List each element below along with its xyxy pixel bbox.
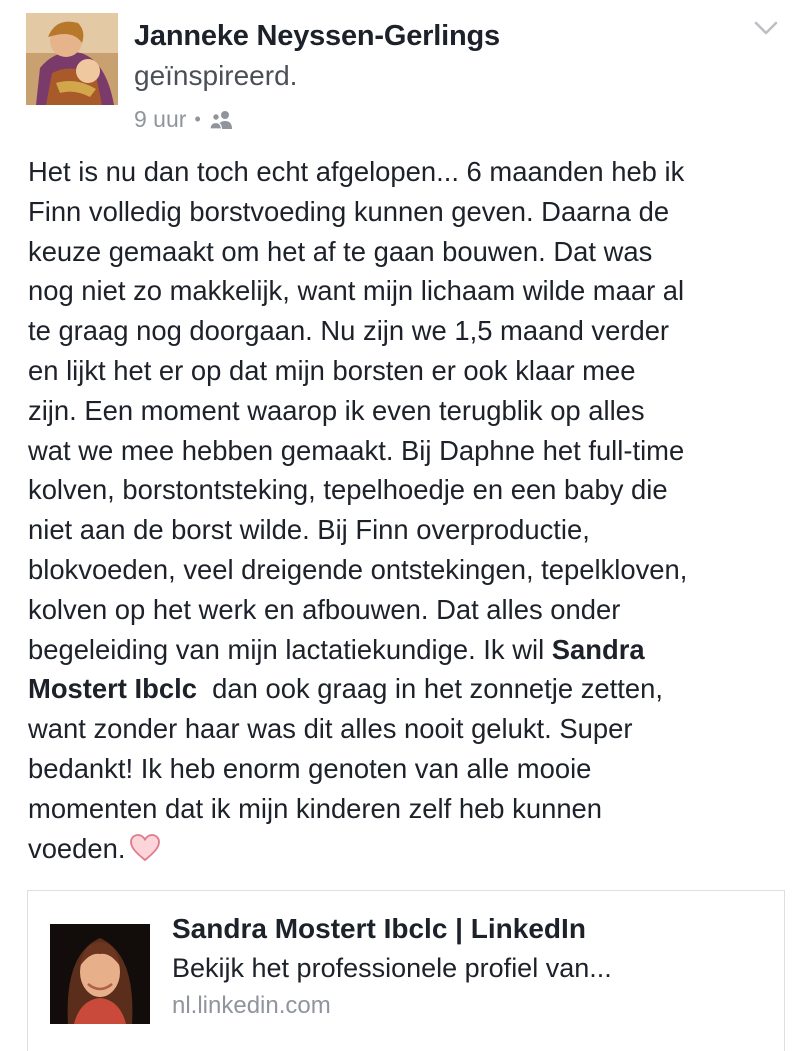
feeling-status: geïnspireerd. — [134, 60, 298, 91]
mention-link[interactable]: Mostert Ibclc — [28, 673, 197, 704]
link-description: Bekijk het professionele profiel van... — [172, 953, 612, 983]
post-timestamp[interactable]: 9 uur — [134, 106, 186, 133]
post-line: want zonder haar was dit alles nooit gel… — [28, 713, 633, 745]
post-line-text: voeden. — [28, 832, 126, 864]
post-line-text: dan ook graag in het zonnetje zetten, — [196, 673, 663, 705]
meta-separator: • — [194, 109, 201, 129]
post-line: te graag nog doorgaan. Nu zijn we 1,5 ma… — [28, 315, 670, 347]
link-title[interactable]: Sandra Mostert Ibclc | LinkedIn — [172, 913, 586, 945]
post-line: en lijkt het er op dat mijn borsten er o… — [28, 354, 636, 386]
post-line: bedankt! Ik heb enorm genoten van alle m… — [28, 752, 592, 784]
post-line: Mostert Ibclc dan ook graag in het zonne… — [28, 669, 788, 709]
heart-icon — [130, 833, 161, 861]
profile-photo — [50, 924, 150, 1024]
post-line: Finn volledig borstvoeding kunnen geven.… — [28, 195, 670, 227]
post-line: momenten dat ik mijn kinderen zelf heb k… — [28, 792, 603, 824]
post-line: begeleiding van mijn lactatiekundige. Ik… — [28, 630, 788, 670]
avatar-image — [26, 13, 118, 105]
friends-icon[interactable] — [209, 110, 235, 130]
post-line: wat we mee hebben gemaakt. Bij Daphne he… — [28, 434, 685, 466]
link-preview-card[interactable]: Sandra Mostert Ibclc | LinkedIn Bekijk h… — [27, 890, 785, 1051]
post-line: keuze gemaakt om het af te gaan bouwen. … — [28, 235, 653, 267]
post: Janneke Neyssen-Gerlings geïnspireerd. 9… — [0, 0, 799, 1051]
post-line: kolven, borstontsteking, tepelhoedje en … — [28, 474, 668, 506]
link-domain: nl.linkedin.com — [172, 992, 331, 1019]
author-name[interactable]: Janneke Neyssen-Gerlings — [134, 20, 500, 53]
post-line-text: begeleiding van mijn lactatiekundige. Ik… — [28, 633, 552, 665]
post-line: blokvoeden, veel dreigende ontstekingen,… — [28, 553, 688, 585]
author-avatar[interactable] — [26, 13, 118, 105]
post-line: nog niet zo makkelijk, want mijn lichaam… — [28, 275, 685, 307]
post-meta: 9 uur • — [134, 106, 235, 133]
post-line: niet aan de borst wilde. Bij Finn overpr… — [28, 514, 590, 546]
chevron-down-icon[interactable] — [752, 14, 780, 42]
post-body: Het is nu dan toch echt afgelopen... 6 m… — [28, 152, 788, 868]
post-line: kolven op het werk en afbouwen. Dat alle… — [28, 593, 621, 625]
mention-link[interactable]: Sandra — [552, 634, 645, 665]
post-line: zijn. Een moment waarop ik even terugbli… — [28, 394, 645, 426]
post-line: voeden. — [28, 829, 788, 869]
link-thumbnail — [50, 924, 150, 1024]
post-line: Het is nu dan toch echt afgelopen... 6 m… — [28, 156, 685, 187]
